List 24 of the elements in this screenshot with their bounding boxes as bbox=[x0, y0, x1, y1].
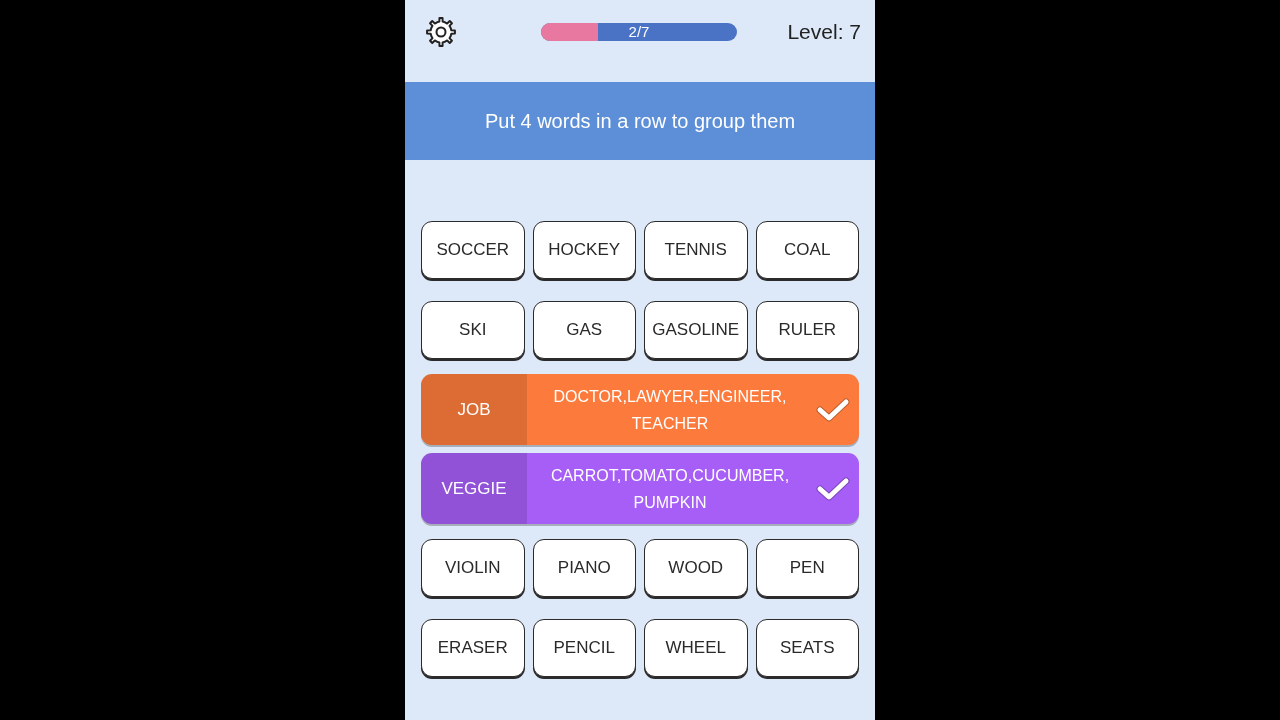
word-tile[interactable]: HOCKEY bbox=[532, 221, 636, 279]
word-tile[interactable]: GASOLINE bbox=[644, 301, 748, 359]
progress-label: 2/7 bbox=[628, 23, 650, 41]
group-words: DOCTOR,LAWYER,ENGINEER, TEACHER bbox=[552, 386, 788, 434]
word-tile[interactable]: PEN bbox=[755, 539, 859, 597]
category-label: VEGGIE bbox=[421, 453, 527, 524]
word-tile[interactable]: SEATS bbox=[755, 619, 859, 677]
word-tile[interactable]: TENNIS bbox=[644, 221, 748, 279]
settings-icon[interactable] bbox=[425, 16, 457, 48]
word-tile[interactable]: PENCIL bbox=[532, 619, 636, 677]
word-tile[interactable]: ERASER bbox=[421, 619, 525, 677]
word-tile[interactable]: COAL bbox=[755, 221, 859, 279]
word-tile[interactable]: VIOLIN bbox=[421, 539, 525, 597]
word-tile[interactable]: WOOD bbox=[644, 539, 748, 597]
word-tile[interactable]: RULER bbox=[755, 301, 859, 359]
word-tile[interactable]: WHEEL bbox=[644, 619, 748, 677]
word-tile[interactable]: SKI bbox=[421, 301, 525, 359]
group-words: CARROT,TOMATO,CUCUMBER, PUMPKIN bbox=[549, 465, 791, 513]
word-tile[interactable]: GAS bbox=[532, 301, 636, 359]
category-label: JOB bbox=[421, 374, 527, 445]
word-tile[interactable]: SOCCER bbox=[421, 221, 525, 279]
level-label: Level: 7 bbox=[787, 20, 861, 44]
instruction-text: Put 4 words in a row to group them bbox=[484, 109, 796, 133]
word-tile[interactable]: PIANO bbox=[532, 539, 636, 597]
